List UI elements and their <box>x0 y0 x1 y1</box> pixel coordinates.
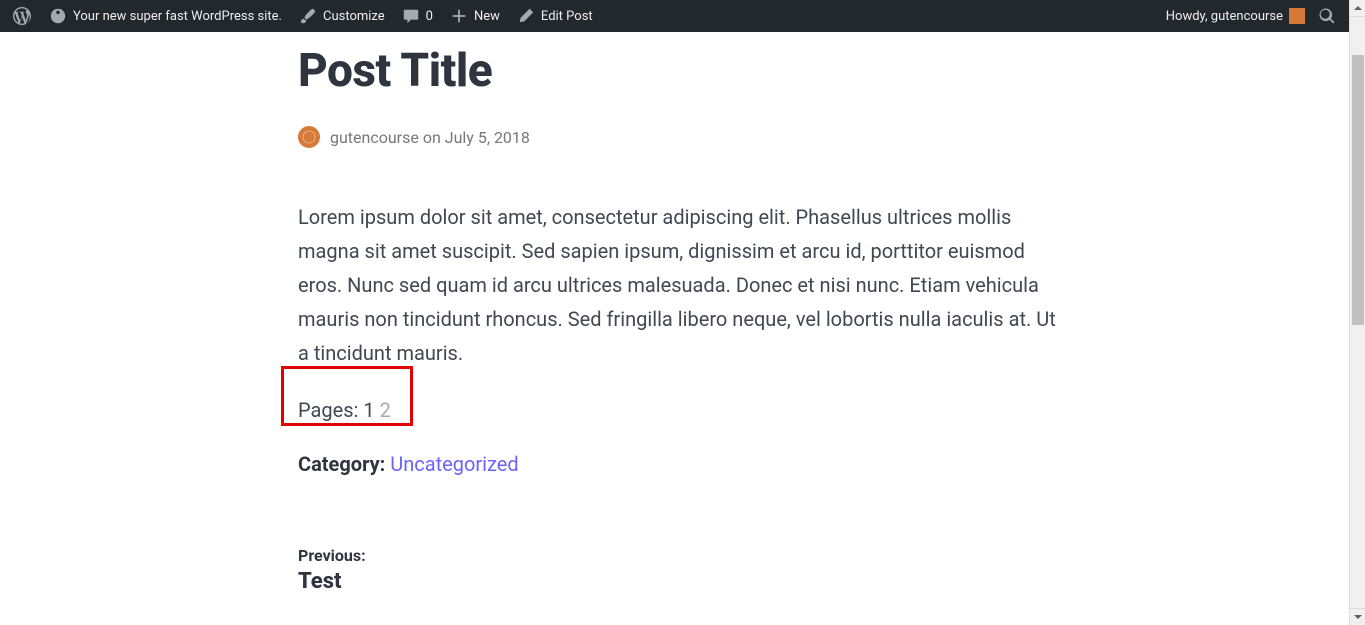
category-label: Category: <box>298 452 385 476</box>
plus-icon <box>449 6 469 26</box>
post-navigation: Previous: Test <box>298 546 1058 594</box>
byline-sep: on <box>423 128 441 147</box>
post-date: July 5, 2018 <box>445 128 530 147</box>
post-title: Post Title <box>298 44 1058 98</box>
pagination: Pages: 1 2 <box>298 398 391 422</box>
author-avatar-icon <box>298 126 320 148</box>
admin-bar-right: Howdy, gutencourse <box>1153 0 1341 32</box>
scroll-down-button[interactable] <box>1350 608 1365 625</box>
customize-label: Customize <box>323 9 385 24</box>
new-label: New <box>474 9 500 24</box>
scroll-up-button[interactable] <box>1350 0 1365 17</box>
dashboard-icon <box>48 6 68 26</box>
wp-logo-menu[interactable] <box>4 0 40 32</box>
customize-link[interactable]: Customize <box>290 0 393 32</box>
search-toggle[interactable] <box>1313 0 1341 32</box>
category-link[interactable]: Uncategorized <box>390 452 518 476</box>
page-current: 1 <box>363 398 374 422</box>
page-viewport: Post Title gutencourse on July 5, 2018 L… <box>0 32 1349 625</box>
comment-icon <box>401 6 421 26</box>
pencil-icon <box>516 6 536 26</box>
post-body-paragraph: Lorem ipsum dolor sit amet, consectetur … <box>298 200 1058 370</box>
brush-icon <box>298 6 318 26</box>
search-icon <box>1317 6 1337 26</box>
scroll-thumb[interactable] <box>1352 55 1364 325</box>
author-name: gutencourse <box>330 128 419 147</box>
admin-bar-left: Your new super fast WordPress site. Cust… <box>4 0 601 32</box>
chevron-up-icon <box>1354 6 1362 10</box>
comments-count: 0 <box>426 9 433 24</box>
category-line: Category: Uncategorized <box>298 452 1058 476</box>
wp-admin-bar: Your new super fast WordPress site. Cust… <box>0 0 1349 32</box>
wordpress-logo-icon <box>12 6 32 26</box>
new-content-link[interactable]: New <box>441 0 508 32</box>
edit-post-label: Edit Post <box>541 9 593 24</box>
previous-label: Previous: <box>298 546 1058 565</box>
my-account-link[interactable]: Howdy, gutencourse <box>1153 0 1313 32</box>
byline-text: gutencourse on July 5, 2018 <box>330 128 530 147</box>
user-avatar-icon <box>1289 8 1305 24</box>
page-link-2[interactable]: 2 <box>380 398 391 422</box>
comments-link[interactable]: 0 <box>393 0 441 32</box>
howdy-label: Howdy, gutencourse <box>1166 9 1283 24</box>
edit-post-link[interactable]: Edit Post <box>508 0 601 32</box>
site-name-menu[interactable]: Your new super fast WordPress site. <box>40 0 290 32</box>
post-article: Post Title gutencourse on July 5, 2018 L… <box>298 32 1058 594</box>
site-name-label: Your new super fast WordPress site. <box>73 9 282 24</box>
pages-label: Pages: <box>298 398 358 422</box>
previous-post-link[interactable]: Test <box>298 569 1058 594</box>
chevron-down-icon <box>1354 615 1362 619</box>
browser-scrollbar[interactable] <box>1349 0 1365 625</box>
post-byline: gutencourse on July 5, 2018 <box>298 126 1058 148</box>
